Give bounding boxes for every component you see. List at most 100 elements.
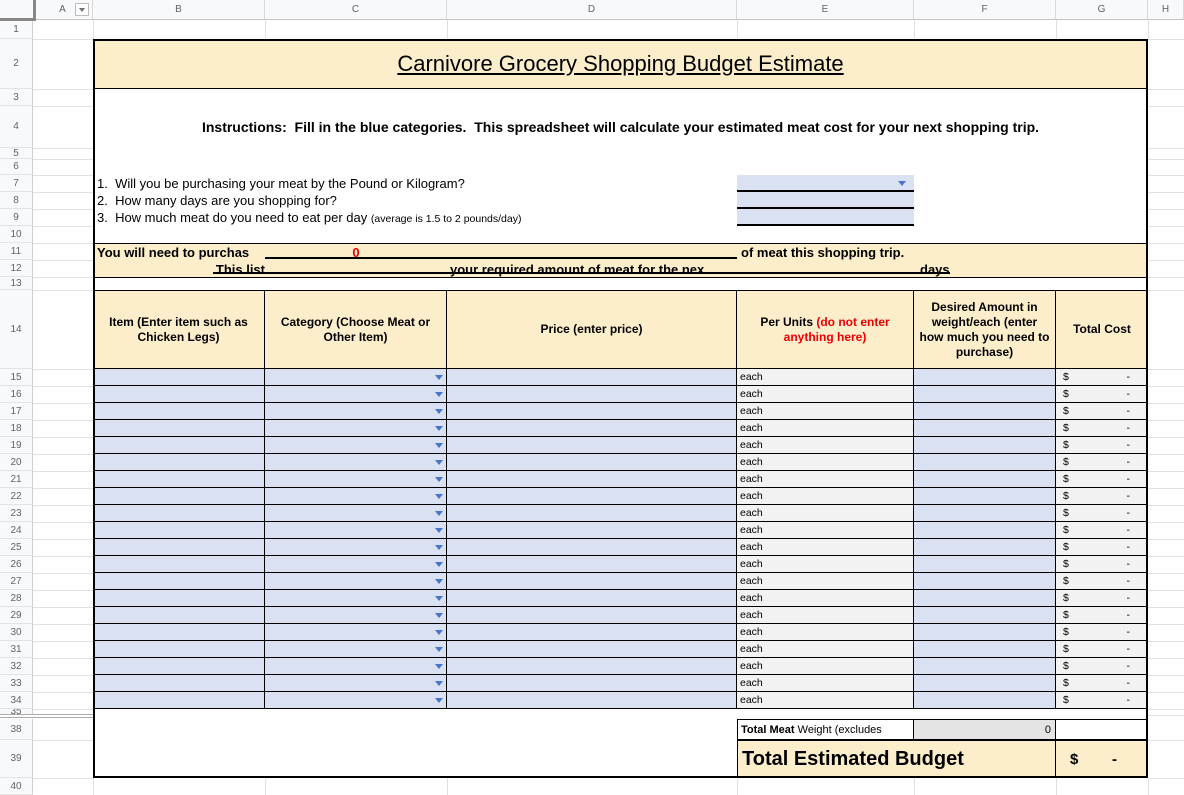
per-units-cell-row15[interactable]: each [737,369,914,386]
category-cell-row33[interactable] [265,675,447,692]
category-dropdown-icon[interactable] [435,528,443,533]
item-cell-row15[interactable] [93,369,265,386]
per-units-cell-row24[interactable]: each [737,522,914,539]
total-cell-row20[interactable]: $- [1056,454,1148,471]
row-header-26[interactable]: 26 [0,556,33,573]
category-dropdown-icon[interactable] [435,409,443,414]
column-header-D[interactable]: D [447,0,737,20]
item-cell-row23[interactable] [93,505,265,522]
row-header-32[interactable]: 32 [0,658,33,675]
total-cell-row32[interactable]: $- [1056,658,1148,675]
category-cell-row34[interactable] [265,692,447,709]
item-cell-row18[interactable] [93,420,265,437]
price-cell-row26[interactable] [447,556,737,573]
amount-cell-row24[interactable] [914,522,1056,539]
per-units-cell-row27[interactable]: each [737,573,914,590]
row-header-28[interactable]: 28 [0,590,33,607]
category-cell-row28[interactable] [265,590,447,607]
per-units-cell-row34[interactable]: each [737,692,914,709]
row-header-14[interactable]: 14 [0,290,33,369]
column-header-F[interactable]: F [914,0,1056,20]
price-cell-row31[interactable] [447,641,737,658]
row-header-34[interactable]: 34 [0,692,33,709]
category-cell-row30[interactable] [265,624,447,641]
row-header-13[interactable]: 13 [0,277,33,290]
price-cell-row17[interactable] [447,403,737,420]
per-units-cell-row18[interactable]: each [737,420,914,437]
category-cell-row21[interactable] [265,471,447,488]
row-header-10[interactable]: 10 [0,226,33,243]
item-cell-row17[interactable] [93,403,265,420]
price-cell-row34[interactable] [447,692,737,709]
per-units-cell-row16[interactable]: each [737,386,914,403]
meat-per-day-input-cell[interactable] [737,209,914,226]
amount-cell-row32[interactable] [914,658,1056,675]
category-cell-row16[interactable] [265,386,447,403]
category-dropdown-icon[interactable] [435,545,443,550]
category-dropdown-icon[interactable] [435,460,443,465]
amount-cell-row15[interactable] [914,369,1056,386]
item-cell-row24[interactable] [93,522,265,539]
row-header-7[interactable]: 7 [0,175,33,192]
category-dropdown-icon[interactable] [435,477,443,482]
amount-cell-row20[interactable] [914,454,1056,471]
column-header-E[interactable]: E [737,0,914,20]
item-cell-row20[interactable] [93,454,265,471]
item-cell-row26[interactable] [93,556,265,573]
amount-cell-row22[interactable] [914,488,1056,505]
amount-cell-row29[interactable] [914,607,1056,624]
total-cell-row27[interactable]: $- [1056,573,1148,590]
category-cell-row22[interactable] [265,488,447,505]
empty-cell-g38[interactable] [1055,719,1148,740]
per-units-cell-row33[interactable]: each [737,675,914,692]
row-header-22[interactable]: 22 [0,488,33,505]
category-dropdown-icon[interactable] [435,647,443,652]
total-cell-row19[interactable]: $- [1056,437,1148,454]
total-cell-row30[interactable]: $- [1056,624,1148,641]
amount-cell-row19[interactable] [914,437,1056,454]
row-header-24[interactable]: 24 [0,522,33,539]
item-cell-row27[interactable] [93,573,265,590]
price-cell-row24[interactable] [447,522,737,539]
amount-cell-row28[interactable] [914,590,1056,607]
category-dropdown-icon[interactable] [435,443,443,448]
unit-dropdown-icon[interactable] [898,181,906,186]
row-header-15[interactable]: 15 [0,369,33,386]
total-cell-row16[interactable]: $- [1056,386,1148,403]
price-cell-row33[interactable] [447,675,737,692]
amount-cell-row31[interactable] [914,641,1056,658]
amount-cell-row25[interactable] [914,539,1056,556]
row-header-6[interactable]: 6 [0,159,33,175]
price-cell-row21[interactable] [447,471,737,488]
amount-cell-row33[interactable] [914,675,1056,692]
row-header-8[interactable]: 8 [0,192,33,209]
price-cell-row25[interactable] [447,539,737,556]
total-cell-row24[interactable]: $- [1056,522,1148,539]
item-cell-row19[interactable] [93,437,265,454]
category-cell-row27[interactable] [265,573,447,590]
amount-cell-row18[interactable] [914,420,1056,437]
row-header-21[interactable]: 21 [0,471,33,488]
category-dropdown-icon[interactable] [435,698,443,703]
row-header-33[interactable]: 33 [0,675,33,692]
row-header-4[interactable]: 4 [0,106,33,148]
row-header-9[interactable]: 9 [0,209,33,226]
per-units-cell-row28[interactable]: each [737,590,914,607]
filter-button[interactable] [75,3,89,16]
price-cell-row15[interactable] [447,369,737,386]
row-header-27[interactable]: 27 [0,573,33,590]
price-cell-row16[interactable] [447,386,737,403]
row-header-2[interactable]: 2 [0,39,33,89]
item-cell-row21[interactable] [93,471,265,488]
category-dropdown-icon[interactable] [435,579,443,584]
category-cell-row17[interactable] [265,403,447,420]
per-units-cell-row31[interactable]: each [737,641,914,658]
category-dropdown-icon[interactable] [435,426,443,431]
price-cell-row19[interactable] [447,437,737,454]
amount-cell-row26[interactable] [914,556,1056,573]
price-cell-row29[interactable] [447,607,737,624]
category-cell-row26[interactable] [265,556,447,573]
category-cell-row25[interactable] [265,539,447,556]
row-header-11[interactable]: 11 [0,243,33,260]
item-cell-row33[interactable] [93,675,265,692]
